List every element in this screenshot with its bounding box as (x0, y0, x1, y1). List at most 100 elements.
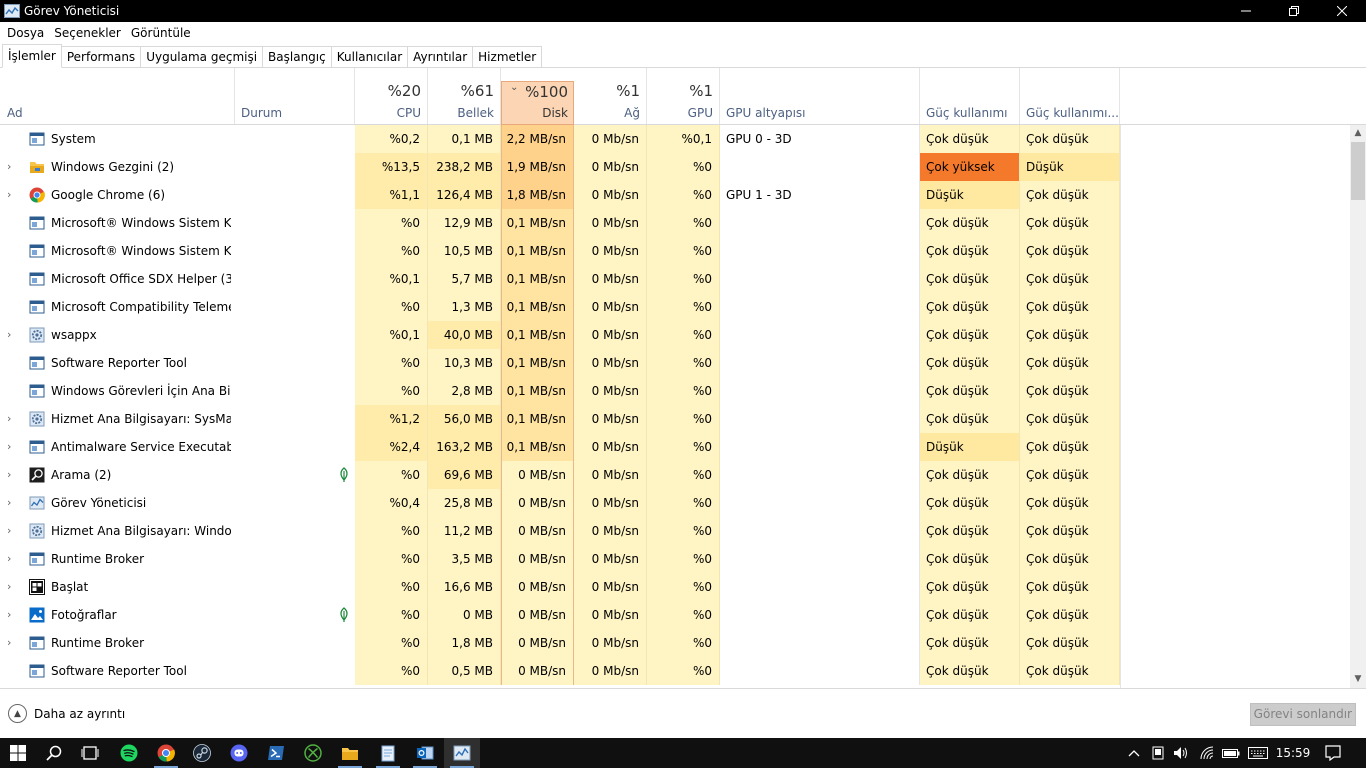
cpu-cell: %0 (355, 629, 428, 657)
tab-startup[interactable]: Başlangıç (262, 46, 332, 67)
process-row[interactable]: › Google Chrome (6) %1,1 126,4 MB 1,8 MB/sn 0… (0, 181, 1350, 209)
expand-chevron-icon[interactable]: › (7, 433, 17, 461)
taskbar-task-manager[interactable] (444, 738, 480, 768)
menu-options[interactable]: Seçenekler (49, 26, 126, 40)
col-power-trend[interactable]: Güç kullanımı... (1020, 68, 1120, 124)
process-name: Google Chrome (6) (51, 188, 166, 202)
col-name[interactable]: Ad (0, 68, 235, 124)
process-row[interactable]: › Windows Gezgini (2) %13,5 238,2 MB 1,9 MB/… (0, 153, 1350, 181)
col-gpu-engine-label: GPU altyapısı (726, 106, 806, 120)
taskbar-notepad[interactable] (370, 738, 406, 768)
process-row[interactable]: Microsoft Office SDX Helper (32... %0,15,… (0, 265, 1350, 293)
process-row[interactable]: › Runtime Broker %0 3,5 MB 0 MB/sn 0 Mb/sn %0 Ç… (0, 545, 1350, 573)
menu-file[interactable]: Dosya (2, 26, 49, 40)
fewer-details-button[interactable]: ▲ Daha az ayrıntı (8, 704, 125, 723)
tab-users[interactable]: Kullanıcılar (330, 46, 409, 67)
process-row[interactable]: Software Reporter Tool %0 0,5 MB 0 MB/sn 0 M… (0, 657, 1350, 685)
process-row[interactable]: › Görev Yöneticisi %0,4 25,8 MB 0 MB/sn 0 Mb/… (0, 489, 1350, 517)
expand-chevron-icon[interactable]: › (7, 405, 17, 433)
disk-cell: 0,1 MB/sn (501, 293, 574, 321)
action-center-button[interactable] (1322, 738, 1344, 768)
taskbar-clock[interactable]: 15:59 (1270, 738, 1316, 768)
taskbar-steam[interactable] (184, 738, 220, 768)
taskbar-search-button[interactable] (36, 738, 72, 768)
process-row[interactable]: › Fotoğraflar %0 0 MB 0 MB/sn 0 Mb/sn %0 Çok dü… (0, 601, 1350, 629)
process-row[interactable]: Microsoft® Windows Sistem Ko... %0 12,9 MB… (0, 209, 1350, 237)
process-row[interactable]: › Arama (2) %0 69,6 MB 0 MB/sn 0 Mb/sn %0 Çok d… (0, 461, 1350, 489)
tab-performance[interactable]: Performans (60, 46, 142, 67)
process-row[interactable]: › wsappx %0,1 40,0 MB 0,1 MB/sn 0 Mb/sn %0 Çok … (0, 321, 1350, 349)
process-row[interactable]: Software Reporter Tool %0 10,3 MB 0,1 MB/sn… (0, 349, 1350, 377)
end-task-button[interactable]: Görevi sonlandır (1249, 703, 1356, 726)
gpu-cell: %0 (647, 573, 720, 601)
process-row[interactable]: › Hizmet Ana Bilgisayarı: SysMain %1,2 56,0… (0, 405, 1350, 433)
process-row[interactable]: › Başlat %0 16,6 MB 0 MB/sn 0 Mb/sn %0 Çok düşü… (0, 573, 1350, 601)
taskbar-powershell[interactable] (258, 738, 294, 768)
expand-chevron-icon[interactable]: › (7, 321, 17, 349)
process-row[interactable]: System %0,2 0,1 MB 2,2 MB/sn 0 Mb/sn %0,1 GPU … (0, 125, 1350, 153)
tray-battery[interactable] (1220, 738, 1242, 768)
gear-icon (29, 523, 45, 539)
scroll-down-icon[interactable]: ▼ (1350, 671, 1366, 688)
expand-chevron-icon[interactable]: › (7, 153, 17, 181)
taskbar-spotify[interactable] (111, 738, 147, 768)
col-power[interactable]: Güç kullanımı (920, 68, 1020, 124)
tray-network[interactable] (1197, 738, 1217, 768)
taskbar-file-explorer[interactable] (332, 738, 368, 768)
tab-services[interactable]: Hizmetler (472, 46, 543, 67)
process-row[interactable]: › Antimalware Service Executable %2,4 163,2… (0, 433, 1350, 461)
col-cpu[interactable]: %20 CPU (355, 68, 428, 124)
col-network[interactable]: %1 Ağ (574, 68, 647, 124)
spotify-icon (120, 744, 138, 762)
title-bar[interactable]: Görev Yöneticisi (0, 0, 1366, 22)
restore-button[interactable] (1270, 0, 1318, 22)
taskbar-chrome[interactable] (148, 738, 184, 768)
tray-device[interactable] (1148, 738, 1168, 768)
col-gpu-engine[interactable]: GPU altyapısı (720, 68, 920, 124)
expand-chevron-icon[interactable]: › (7, 181, 17, 209)
tab-details[interactable]: Ayrıntılar (407, 46, 474, 67)
gpu-cell: %0 (647, 629, 720, 657)
tab-processes[interactable]: İşlemler (2, 44, 62, 68)
expand-chevron-icon[interactable]: › (7, 545, 17, 573)
expand-chevron-icon[interactable]: › (7, 489, 17, 517)
disk-cell: 0,1 MB/sn (501, 349, 574, 377)
tray-volume[interactable] (1171, 738, 1191, 768)
process-row[interactable]: › Runtime Broker %0 1,8 MB 0 MB/sn 0 Mb/sn %0 Ç… (0, 629, 1350, 657)
power-trend-cell: Çok düşük (1020, 237, 1120, 265)
taskbar-outlook[interactable] (407, 738, 443, 768)
col-disk[interactable]: ⌄ %100 Disk (501, 81, 574, 125)
task-view-button[interactable] (72, 738, 108, 768)
process-row[interactable]: ›Hizmet Ana Bilgisayarı: Window...%011,2… (0, 517, 1350, 545)
process-row[interactable]: Microsoft® Windows Sistem Ko... %0 10,5 MB… (0, 237, 1350, 265)
start-button[interactable] (0, 738, 36, 768)
minimize-button[interactable] (1222, 0, 1270, 22)
col-status[interactable]: Durum (235, 68, 355, 124)
scroll-up-icon[interactable]: ▲ (1350, 125, 1366, 142)
taskbar-xbox[interactable] (295, 738, 331, 768)
process-row[interactable]: Windows Görevleri İçin Ana Bilg...%02,8 … (0, 377, 1350, 405)
gpu-engine-cell (720, 293, 920, 321)
expand-chevron-icon[interactable]: › (7, 629, 17, 657)
taskbar-discord[interactable] (221, 738, 257, 768)
menu-view[interactable]: Görüntüle (126, 26, 196, 40)
battery-icon (1222, 749, 1240, 758)
expand-chevron-icon[interactable]: › (7, 601, 17, 629)
expand-chevron-icon[interactable]: › (7, 517, 17, 545)
show-hidden-icons-button[interactable] (1124, 738, 1144, 768)
gpu-cell: %0,1 (647, 125, 720, 153)
col-gpu[interactable]: %1 GPU (647, 68, 720, 124)
scrollbar-thumb[interactable] (1351, 142, 1365, 200)
col-memory[interactable]: %61 Bellek (428, 68, 501, 124)
process-row[interactable]: Microsoft Compatibility Teleme... %0 1,3 M… (0, 293, 1350, 321)
expand-chevron-icon[interactable]: › (7, 573, 17, 601)
tab-app-history[interactable]: Uygulama geçmişi (140, 46, 264, 67)
cpu-cell: %0 (355, 237, 428, 265)
status-cell (235, 405, 355, 433)
tray-keyboard[interactable] (1246, 738, 1270, 768)
vertical-scrollbar[interactable]: ▲ ▼ (1350, 125, 1366, 688)
col-cpu-label: CPU (396, 106, 421, 120)
power-cell: Çok düşük (920, 237, 1020, 265)
close-button[interactable] (1318, 0, 1366, 22)
expand-chevron-icon[interactable]: › (7, 461, 17, 489)
